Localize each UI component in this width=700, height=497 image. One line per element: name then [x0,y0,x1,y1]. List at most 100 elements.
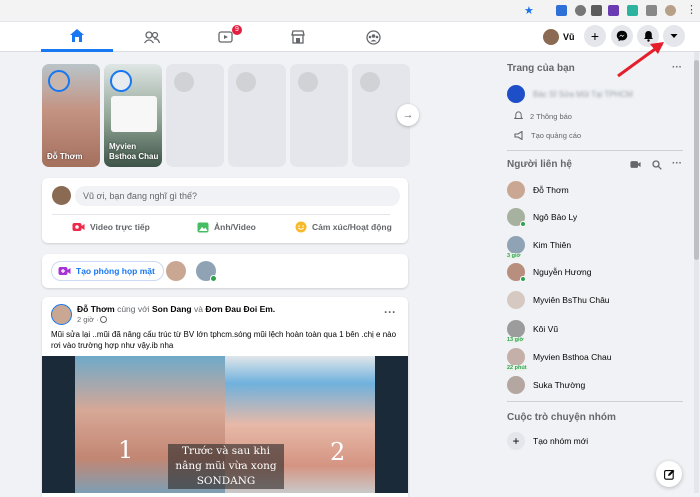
contacts-more-button[interactable]: ··· [672,158,682,169]
extension-icon-3[interactable] [591,5,602,16]
post-image[interactable]: 1 2 Trước và sau khi nâng mũi vừa xong S… [42,356,408,493]
top-navbar: 9 Vũ + [0,22,700,52]
caret-down-icon [670,34,678,38]
story-avatar [110,70,132,92]
bell-icon [514,111,523,119]
photo-icon [197,222,209,232]
tab-home[interactable] [41,22,113,52]
divider [52,214,390,215]
room-friend-avatar[interactable] [166,261,186,281]
video-call-icon[interactable] [630,160,641,169]
friends-icon [144,30,160,43]
contact-avatar: 13 giờ [506,320,525,343]
page-avatar [507,85,525,103]
post-tag-2[interactable]: Đơn Đau Đoi Em. [205,304,275,314]
contact-avatar [507,181,525,199]
contact-name: Ngô Bảo Ly [533,212,578,222]
contact-avatar [507,208,526,227]
post-header: Đỗ Thơm cùng với Son Dang và Đơn Đau Đoi… [77,304,275,314]
photo-video-button[interactable]: Ảnh/Video [197,218,256,236]
contact-item[interactable]: 22 phút Myvien Bsthoa Chau [506,346,611,371]
story-avatar [48,70,70,92]
contact-name: Myviên BsThu Châu [533,295,610,305]
gear-extension-icon[interactable] [575,5,586,16]
online-dot [210,275,217,282]
contact-item[interactable]: 13 giờ Kôi Vũ [506,318,558,343]
live-video-button[interactable]: Video trực tiếp [72,218,150,236]
story-card-1[interactable]: Đỗ Thơm [42,64,100,167]
contact-avatar: 3 giờ [506,236,525,259]
copy-extension-icon[interactable] [556,5,567,16]
post-tag-1[interactable]: Son Dang [152,304,192,314]
bookmark-star-icon[interactable]: ★ [524,4,534,17]
create-room-button[interactable]: Tạo phòng họp mặt [51,261,164,281]
group-chats-title: Cuộc trò chuyện nhóm [507,412,616,423]
your-pages-title: Trang của bạn [507,63,575,74]
post-body: Mũi sửa lại ..mũi đã nâng cấu trúc từ BV… [51,330,397,350]
story-card-2[interactable]: Myvien Bsthoa Chau [104,64,162,167]
browser-menu-icon[interactable]: ⋮ [686,3,697,16]
avatar[interactable] [51,304,72,325]
profile-chip[interactable]: Vũ [543,27,575,47]
tab-watch[interactable]: 9 [190,22,262,52]
divider [507,401,683,402]
post-author[interactable]: Đỗ Thơm [77,304,115,314]
last-active-badge: 13 giờ [506,337,525,343]
contact-item[interactable]: 3 giờ Kim Thiên [506,234,571,259]
stories-next-button[interactable]: → [397,104,419,126]
rooms-bar: Tạo phòng họp mặt [42,254,408,288]
extension-icon-4[interactable] [608,5,619,16]
last-active-badge: 3 giờ [506,253,522,259]
create-group-item[interactable]: + Tạo nhóm mới [507,430,588,452]
search-icon[interactable] [652,160,662,170]
contact-avatar [507,263,526,282]
more-options-button[interactable]: ··· [384,305,396,319]
video-plus-icon [58,267,71,275]
image-number-1: 1 [118,436,134,464]
extension-icon-5[interactable] [627,5,638,16]
story-placeholder [290,64,348,167]
browser-toolbar: ★ ⋮ [0,0,700,22]
contact-item[interactable]: Suka Thường [507,374,585,396]
new-message-button[interactable] [656,461,682,487]
plus-icon: + [590,28,600,44]
feeling-activity-button[interactable]: Cảm xúc/Hoạt động [295,218,392,236]
page-name: Bác Sĩ Sửa Mũi Tại TPHCM [533,89,633,99]
tab-groups[interactable] [337,22,409,52]
post-composer: Vũ ơi, bạn đang nghĩ gì thế? Video trực … [42,178,408,243]
compose-icon [663,469,674,480]
create-room-label: Tạo phòng họp mặt [76,266,155,276]
globe-icon [99,316,107,323]
video-icon [218,30,233,43]
post-with-text: cùng với [117,304,150,314]
whats-on-your-mind-input[interactable]: Vũ ơi, bạn đang nghĩ gì thế? [75,186,400,206]
tab-marketplace[interactable] [262,22,334,52]
create-ad-item[interactable]: Tạo quảng cáo [514,131,581,140]
puzzle-icon[interactable] [646,5,657,16]
tab-friends[interactable] [116,22,188,52]
live-video-icon [72,223,85,231]
pages-more-button[interactable]: ··· [672,62,682,73]
contact-item[interactable]: Ngô Bảo Ly [507,206,577,228]
story-thumbnail [111,96,157,132]
profile-name: Vũ [563,32,575,42]
plus-icon: + [507,432,525,450]
page-item[interactable]: Bác Sĩ Sửa Mũi Tại TPHCM [507,84,633,104]
marketplace-icon [291,30,305,44]
post-time-text[interactable]: 2 giờ · [77,315,99,324]
post-time: 2 giờ · [77,315,107,324]
create-ad-label: Tạo quảng cáo [531,131,582,140]
photo-video-label: Ảnh/Video [214,222,256,232]
contact-name: Suka Thường [533,380,586,390]
image-caption-line1: Trước và sau khi [181,445,271,457]
online-dot [520,276,526,282]
profile-icon[interactable] [665,5,676,16]
contact-item[interactable]: Đỗ Thơm [507,179,569,201]
story-name: Myvien Bsthoa Chau [109,142,159,161]
contact-item[interactable]: Myviên BsThu Châu [507,289,610,311]
contact-item[interactable]: Nguyễn Hương [507,261,592,283]
contacts-title: Người liên hệ [507,159,572,170]
page-notifications-item[interactable]: 2 Thông báo [514,111,572,121]
contact-avatar: 22 phút [506,348,528,371]
scrollbar-thumb[interactable] [694,60,699,260]
